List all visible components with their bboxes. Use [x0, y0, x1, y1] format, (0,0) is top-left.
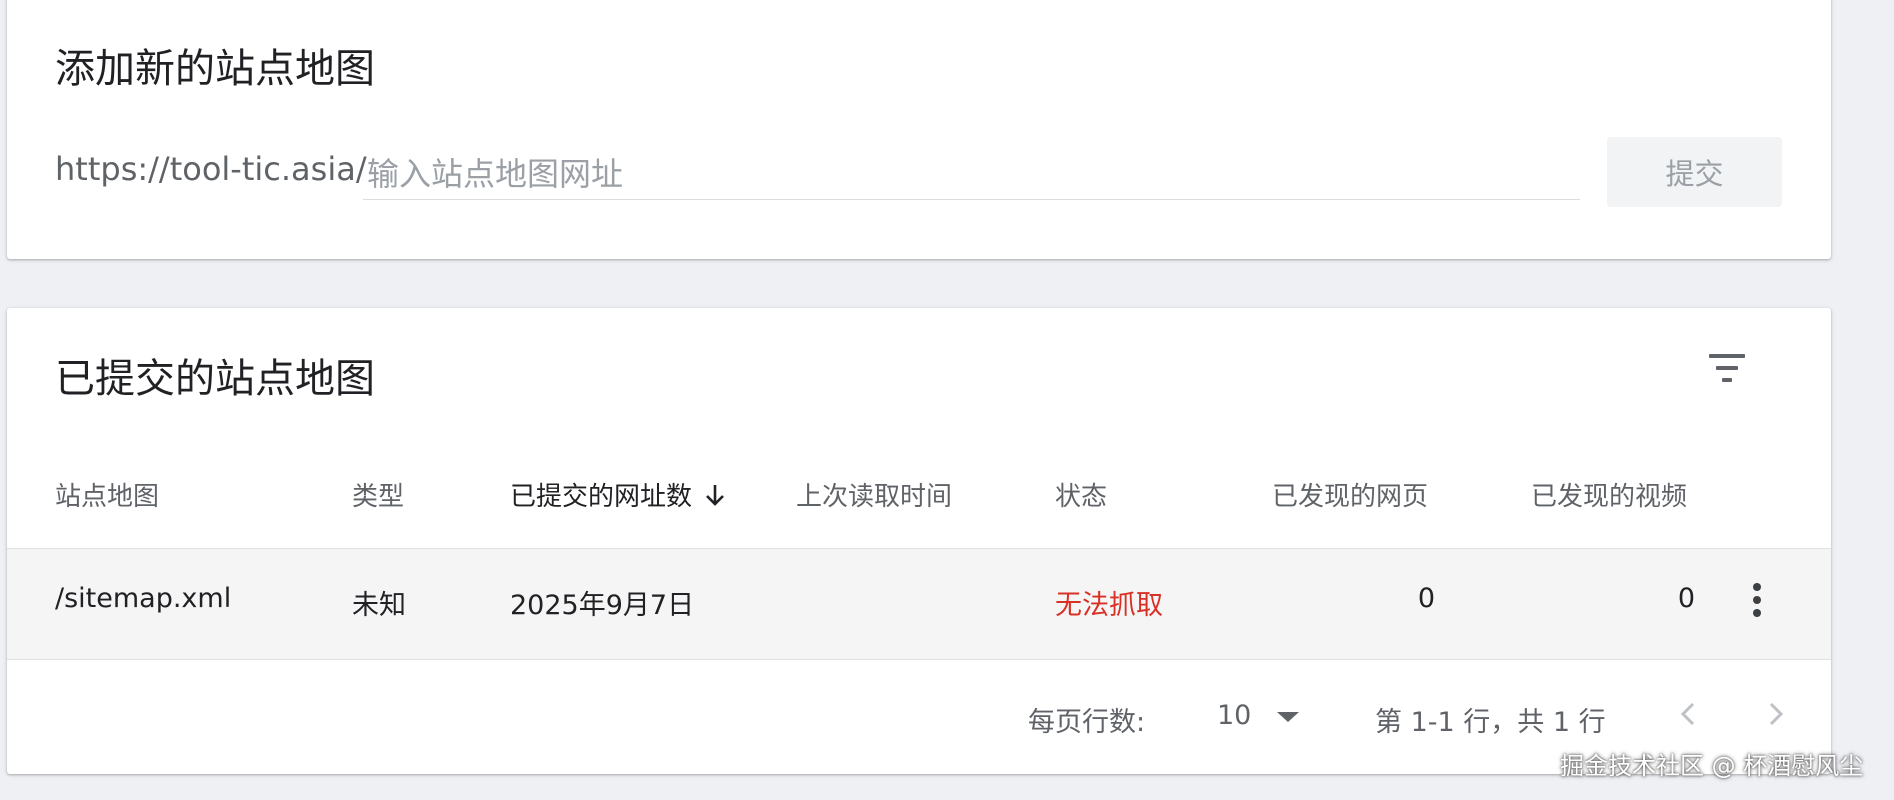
submit-button[interactable]: 提交	[1607, 137, 1782, 207]
sitemap-url-input[interactable]	[363, 148, 1580, 200]
dropdown-caret-icon	[1277, 712, 1299, 722]
cell-discovered-pages: 0	[1417, 583, 1435, 614]
add-sitemap-title: 添加新的站点地图	[55, 46, 375, 92]
cell-type: 未知	[352, 590, 406, 621]
column-header-type[interactable]: 类型	[352, 476, 404, 513]
table-row[interactable]: /sitemap.xml 未知 2025年9月7日 无法抓取 0 0	[7, 548, 1831, 660]
column-header-submitted-urls-label: 已提交的网址数	[510, 482, 693, 512]
cell-sitemap: /sitemap.xml	[55, 583, 232, 614]
column-header-discovered-videos[interactable]: 已发现的视频	[1531, 476, 1687, 513]
rows-per-page-value: 10	[1217, 700, 1252, 731]
column-header-status[interactable]: 状态	[1055, 476, 1107, 513]
column-header-last-read[interactable]: 上次读取时间	[796, 476, 952, 513]
rows-per-page-label: 每页行数:	[1028, 707, 1146, 738]
submitted-sitemaps-card: 已提交的站点地图 站点地图 类型 已提交的网址数 上次读取时间 状态 已发现的网…	[7, 308, 1831, 774]
more-vert-icon[interactable]	[1747, 581, 1767, 621]
url-prefix: https://tool-tic.asia/	[55, 150, 367, 188]
column-header-discovered-pages[interactable]: 已发现的网页	[1272, 476, 1428, 513]
cell-discovered-videos: 0	[1677, 583, 1695, 614]
arrow-down-icon	[706, 485, 724, 506]
watermark: 掘金技术社区 @ 杯酒慰风尘	[1560, 752, 1864, 780]
rows-per-page-select[interactable]: 10	[1207, 692, 1317, 736]
pagination-range: 第 1-1 行，共 1 行	[1375, 707, 1606, 738]
column-header-sitemap[interactable]: 站点地图	[55, 476, 159, 513]
cell-submitted-date: 2025年9月7日	[510, 590, 695, 621]
submitted-sitemaps-title: 已提交的站点地图	[55, 356, 375, 402]
add-sitemap-card: 添加新的站点地图 https://tool-tic.asia/ 提交	[7, 0, 1831, 259]
chevron-right-icon[interactable]	[1755, 694, 1795, 734]
cell-status: 无法抓取	[1055, 590, 1163, 621]
filter-icon[interactable]	[1707, 354, 1747, 384]
chevron-left-icon[interactable]	[1669, 694, 1709, 734]
column-header-submitted-urls[interactable]: 已提交的网址数	[510, 476, 726, 513]
